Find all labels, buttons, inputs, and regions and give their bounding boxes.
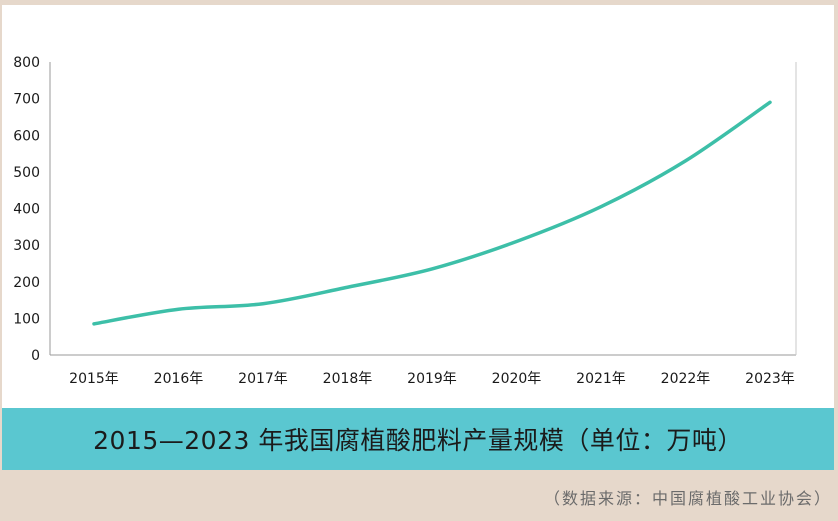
x-tick-label: 2018年 <box>323 371 373 387</box>
y-tick-label: 0 <box>31 348 40 364</box>
x-tick-label: 2022年 <box>661 371 711 387</box>
y-tick-label: 100 <box>13 311 40 327</box>
y-tick-label: 200 <box>13 275 40 291</box>
x-tick-label: 2023年 <box>745 371 795 387</box>
line-chart: 0 100 200 300 400 500 600 700 800 2015年 2016年 2017… <box>13 55 797 387</box>
x-tick-label: 2020年 <box>492 371 542 387</box>
chart-panel: 0 100 200 300 400 500 600 700 800 2015年 2016年 2017… <box>2 5 834 408</box>
x-axis-ticks: 2015年 2016年 2017年 2018年 2019年 2020年 2021年 2022年… <box>69 371 795 387</box>
x-tick-label: 2017年 <box>238 371 288 387</box>
y-tick-label: 300 <box>13 238 40 254</box>
y-tick-label: 700 <box>13 92 40 108</box>
x-tick-label: 2015年 <box>69 371 119 387</box>
data-source: （数据来源：中国腐植酸工业协会） <box>543 489 832 508</box>
y-axis-ticks: 0 100 200 300 400 500 600 700 800 <box>13 55 40 364</box>
series-line <box>92 100 772 326</box>
x-tick-label: 2019年 <box>407 371 457 387</box>
y-tick-label: 600 <box>13 128 40 144</box>
series-group <box>92 100 772 326</box>
chart-title: 2015—2023 年我国腐植酸肥料产量规模（单位：万吨） <box>93 426 743 455</box>
y-tick-label: 800 <box>13 55 40 71</box>
title-band: 2015—2023 年我国腐植酸肥料产量规模（单位：万吨） <box>2 408 834 470</box>
y-tick-label: 400 <box>13 202 40 218</box>
y-tick-label: 500 <box>13 165 40 181</box>
x-tick-label: 2021年 <box>576 371 626 387</box>
x-tick-label: 2016年 <box>154 371 204 387</box>
